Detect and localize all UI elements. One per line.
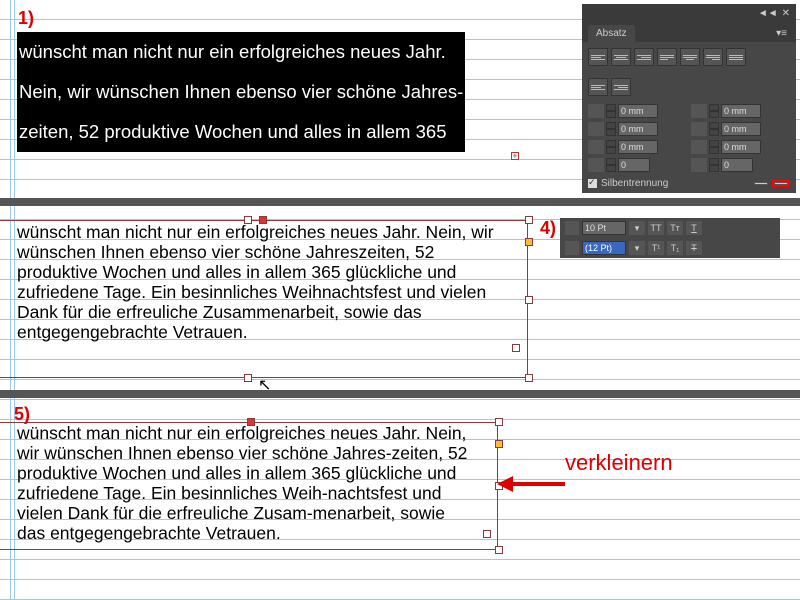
frame3-handle-br[interactable] xyxy=(495,546,503,554)
dropdown-icon[interactable]: ▾ xyxy=(629,241,645,255)
font-size-input[interactable] xyxy=(582,221,626,235)
arrow-label: verkleinern xyxy=(565,450,673,476)
overset-indicator[interactable]: + xyxy=(511,152,519,160)
indent-last-input[interactable] xyxy=(721,122,761,136)
frame2-handle-t[interactable] xyxy=(244,216,252,224)
space-before-icon xyxy=(588,140,604,154)
dropcap-lines-input[interactable] xyxy=(618,158,650,172)
align-spine-button[interactable] xyxy=(588,78,608,96)
indent-first-input[interactable] xyxy=(618,122,658,136)
spinner[interactable] xyxy=(606,140,616,154)
indent-left-icon xyxy=(588,104,604,118)
align-left-button[interactable] xyxy=(588,48,608,66)
collapse-icon[interactable]: ◄◄ xyxy=(758,8,778,19)
frame3-handle-top-red[interactable] xyxy=(247,418,255,426)
frame3-handle-yellow[interactable] xyxy=(495,440,503,448)
font-size-icon xyxy=(565,221,579,235)
character-panel[interactable]: ▾ TT Tᴛ T ▾ T¹ T₁ T xyxy=(560,218,780,258)
divider-2 xyxy=(0,390,800,398)
marker-5: 5) xyxy=(14,404,30,425)
divider-1 xyxy=(0,198,800,206)
subscript-button[interactable]: T₁ xyxy=(667,241,683,255)
justify-right-button[interactable] xyxy=(703,48,723,66)
hyphenation-label: Silbentrennung xyxy=(601,178,668,189)
sel-line-1: wünscht man nicht nur ein erfolgreiches … xyxy=(18,41,447,62)
hyphenation-checkbox[interactable] xyxy=(588,179,597,188)
dropcap-lines-icon xyxy=(588,158,604,172)
frame2-handle-top-red[interactable] xyxy=(259,216,267,224)
indent-first-icon xyxy=(588,122,604,136)
marker-1: 1) xyxy=(18,8,34,29)
indent-left-input[interactable] xyxy=(618,104,658,118)
leading-icon xyxy=(565,241,579,255)
frame2-out-port[interactable] xyxy=(512,344,520,352)
frame2-handle-r[interactable] xyxy=(525,296,533,304)
dropcap-chars-icon xyxy=(691,158,707,172)
cursor-icon: ↖ xyxy=(258,375,271,395)
frame2-handle-yellow[interactable] xyxy=(525,238,533,246)
frame2-handle-tr[interactable] xyxy=(525,216,533,224)
justify-full-button[interactable] xyxy=(726,48,746,66)
shading-button-1[interactable] xyxy=(754,182,768,185)
spinner[interactable] xyxy=(709,122,719,136)
panel-header[interactable]: ◄◄ ✕ xyxy=(582,4,796,23)
spinner[interactable] xyxy=(709,158,719,172)
smallcaps-button[interactable]: Tᴛ xyxy=(667,221,683,235)
spinner[interactable] xyxy=(709,104,719,118)
dropcap-chars-input[interactable] xyxy=(721,158,753,172)
tab-label: Absatz xyxy=(596,28,627,39)
tab-paragraph[interactable]: Absatz xyxy=(588,25,635,42)
align-row-2 xyxy=(582,72,796,102)
indent-right-input[interactable] xyxy=(721,104,761,118)
justify-center-button[interactable] xyxy=(680,48,700,66)
superscript-button[interactable]: T¹ xyxy=(648,241,664,255)
align-away-spine-button[interactable] xyxy=(611,78,631,96)
frame3-handle-tr[interactable] xyxy=(495,418,503,426)
dropdown-icon[interactable]: ▾ xyxy=(629,221,645,235)
strikethrough-button[interactable]: T xyxy=(686,241,702,255)
allcaps-button[interactable]: TT xyxy=(648,221,664,235)
sel-line-2: Nein, wir wünschen Ihnen ebenso vier sch… xyxy=(18,81,464,102)
leading-input[interactable] xyxy=(582,241,626,255)
indent-right-icon xyxy=(691,104,707,118)
spinner[interactable] xyxy=(709,140,719,154)
arrow-icon xyxy=(497,474,567,494)
paragraph-panel[interactable]: ◄◄ ✕ Absatz ▾≡ Silbentrennung xyxy=(582,4,796,193)
text-frame-2[interactable] xyxy=(0,220,528,378)
frame2-handle-br[interactable] xyxy=(525,374,533,382)
spinner[interactable] xyxy=(606,158,616,172)
text-block-1[interactable]: wünscht man nicht nur ein erfolgreiches … xyxy=(17,32,465,152)
shading-button-2[interactable] xyxy=(772,180,790,187)
underline-button[interactable]: T xyxy=(686,221,702,235)
align-right-button[interactable] xyxy=(634,48,654,66)
marker-4: 4) xyxy=(540,218,556,239)
align-row-1 xyxy=(582,42,796,72)
spinner[interactable] xyxy=(606,122,616,136)
close-icon[interactable]: ✕ xyxy=(782,8,790,19)
space-after-icon xyxy=(691,140,707,154)
frame2-handle-b[interactable] xyxy=(244,374,252,382)
spinner[interactable] xyxy=(606,104,616,118)
sel-line-3: zeiten, 52 produktive Wochen und alles i… xyxy=(18,121,447,142)
align-center-button[interactable] xyxy=(611,48,631,66)
justify-left-button[interactable] xyxy=(657,48,677,66)
panel-menu-icon[interactable]: ▾≡ xyxy=(773,25,790,42)
text-frame-3[interactable] xyxy=(0,422,498,550)
frame3-out-port[interactable] xyxy=(483,530,491,538)
space-after-input[interactable] xyxy=(721,140,761,154)
space-before-input[interactable] xyxy=(618,140,658,154)
indent-last-icon xyxy=(691,122,707,136)
